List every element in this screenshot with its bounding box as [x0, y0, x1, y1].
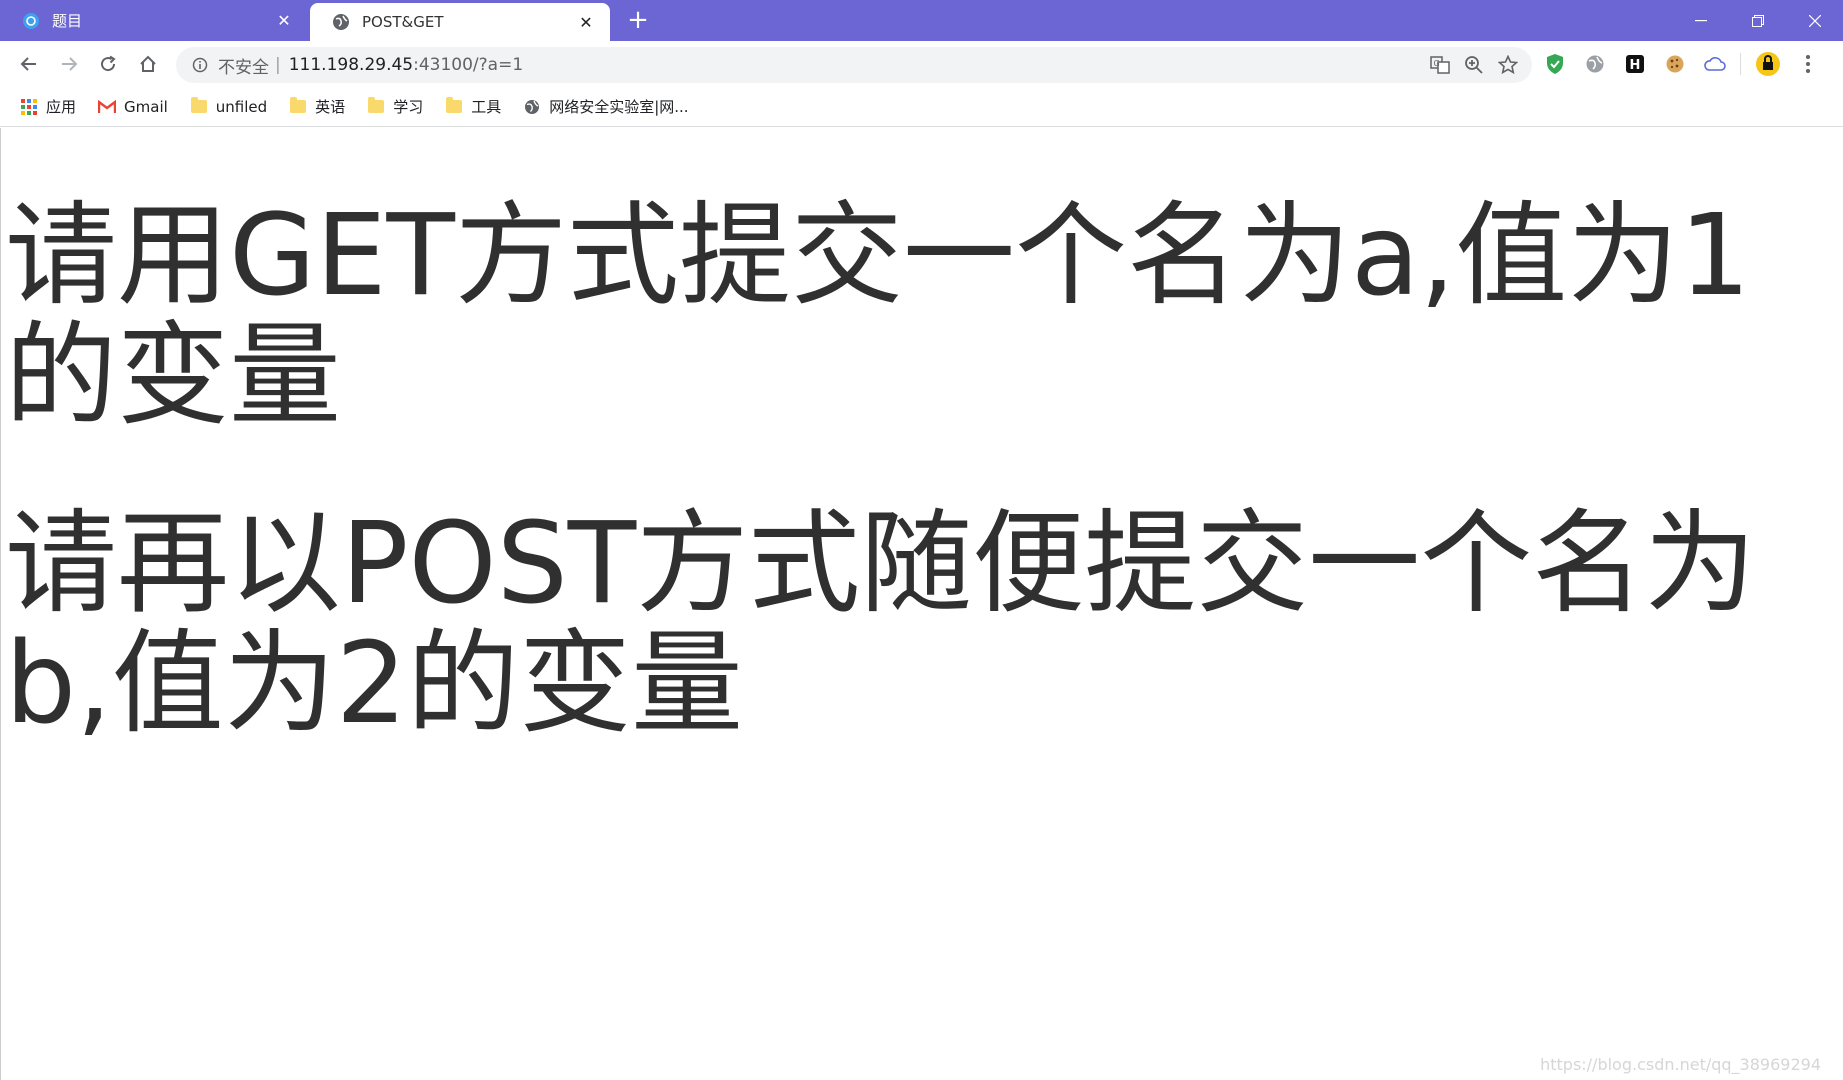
globe-icon: [332, 13, 350, 31]
tab-title: POST&GET: [362, 13, 444, 31]
zoom-icon[interactable]: [1462, 54, 1486, 76]
url-separator: |: [275, 55, 281, 75]
bookmark-label: unfiled: [215, 97, 268, 116]
close-tab-icon[interactable]: ✕: [576, 12, 596, 32]
globe-icon: [523, 98, 541, 116]
globe-extension-icon[interactable]: [1580, 50, 1610, 78]
back-icon[interactable]: [14, 50, 44, 78]
avatar[interactable]: [1753, 50, 1783, 78]
shield-icon[interactable]: [1540, 50, 1570, 78]
menu-icon[interactable]: [1793, 50, 1823, 78]
folder-icon: [367, 97, 385, 116]
bookmark-label: 网络安全实验室|网...: [549, 98, 689, 116]
info-icon[interactable]: [190, 55, 210, 75]
svg-text:G: G: [1434, 59, 1440, 68]
cookie-icon[interactable]: [1660, 50, 1690, 78]
url-path: :43100/?a=1: [413, 55, 524, 75]
bookmark-security-lab[interactable]: 网络安全实验室|网...: [523, 96, 689, 117]
page-content: 请用GET方式提交一个名为a,值为1的变量 请再以POST方式随便提交一个名为b…: [0, 128, 1843, 1080]
post-instruction: 请再以POST方式随便提交一个名为b,值为2的变量: [5, 499, 1757, 749]
apps-grid-icon: [20, 98, 38, 116]
watermark: https://blog.csdn.net/qq_38969294: [1540, 1055, 1821, 1074]
close-tab-icon[interactable]: ✕: [274, 11, 294, 31]
tab-tiku[interactable]: 题目 ✕: [0, 0, 308, 41]
bookmark-label: 应用: [46, 98, 77, 116]
close-window-icon[interactable]: [1786, 0, 1843, 41]
bookmark-label: 工具: [471, 98, 502, 116]
bookmark-label: Gmail: [124, 97, 168, 116]
security-label: 不安全: [218, 57, 269, 78]
bookmark-gmail[interactable]: Gmail: [98, 98, 168, 116]
extensions-area: H: [1540, 50, 1823, 78]
translate-icon[interactable]: G: [1428, 54, 1452, 76]
bookmarks-bar: 应用 Gmail unfiled 英语 学习 工具 网络安全实验室|网...: [0, 87, 1843, 127]
bookmark-label: 学习: [393, 98, 424, 116]
toolbar-divider: [1740, 53, 1743, 75]
bookmark-folder-english[interactable]: 英语: [289, 96, 345, 117]
svg-text:H: H: [1630, 58, 1641, 73]
folder-icon: [445, 97, 463, 116]
tab-post-get[interactable]: POST&GET ✕: [310, 3, 610, 41]
h-extension-icon[interactable]: H: [1620, 50, 1650, 78]
browser-toolbar: 不安全 | 111.198.29.45 :43100/?a=1 G H: [0, 41, 1843, 87]
bookmark-apps[interactable]: 应用: [20, 96, 76, 117]
get-instruction: 请用GET方式提交一个名为a,值为1的变量: [5, 191, 1751, 441]
cloud-icon[interactable]: [1700, 50, 1730, 78]
tab-strip: 题目 ✕ POST&GET ✕ +: [0, 0, 1843, 41]
bookmark-folder-study[interactable]: 学习: [367, 96, 423, 117]
site-favicon-icon: [22, 12, 40, 30]
reload-icon[interactable]: [93, 50, 123, 78]
restore-icon[interactable]: [1729, 0, 1786, 41]
new-tab-button[interactable]: +: [626, 7, 650, 33]
tab-title: 题目: [52, 12, 83, 30]
bookmark-label: 英语: [315, 98, 346, 116]
omnibox-actions: G: [1428, 54, 1520, 76]
bookmark-folder-tools[interactable]: 工具: [445, 96, 501, 117]
folder-icon: [289, 97, 307, 116]
window-controls: [1672, 0, 1843, 41]
bookmark-folder-unfiled[interactable]: unfiled: [190, 97, 268, 116]
address-bar[interactable]: 不安全 | 111.198.29.45 :43100/?a=1 G: [176, 47, 1532, 83]
gmail-icon: [98, 98, 117, 116]
bookmark-star-icon[interactable]: [1496, 54, 1520, 76]
minimize-icon[interactable]: [1672, 0, 1729, 41]
forward-icon[interactable]: [54, 50, 84, 78]
folder-icon: [190, 97, 208, 116]
home-icon[interactable]: [133, 50, 163, 78]
url-host: 111.198.29.45: [288, 55, 414, 75]
